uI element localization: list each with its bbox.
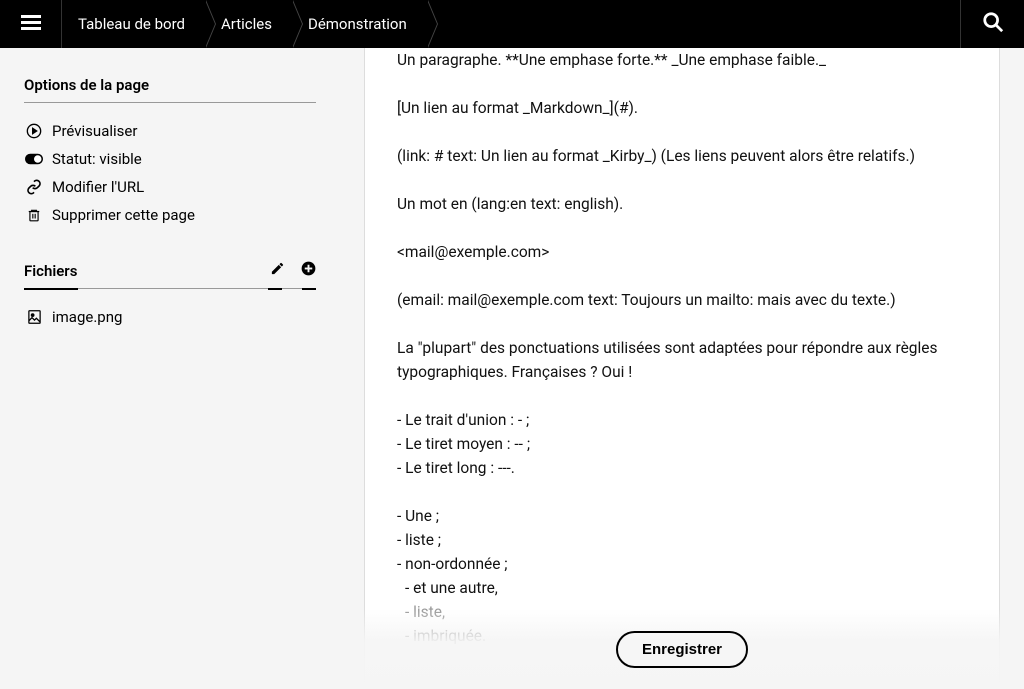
content-editor[interactable]: Un paragraphe. **Une emphase forte.** _U… <box>364 48 1000 689</box>
add-icon <box>301 262 316 280</box>
editor-line: - Une ; <box>397 504 967 528</box>
editor-line: - Le tiret moyen : -- ; <box>397 432 967 456</box>
layout: Options de la page Prévisualiser Statut:… <box>0 48 1024 689</box>
editor-line: La "plupart" des ponctuations utilisées … <box>397 336 967 384</box>
save-button[interactable]: Enregistrer <box>616 631 748 668</box>
editor-line: <mail@exemple.com> <box>397 240 967 264</box>
breadcrumb-item-articles[interactable]: Articles <box>205 0 292 48</box>
breadcrumb-label: Articles <box>221 15 272 33</box>
editor-line: - Le trait d'union : - ; <box>397 408 967 432</box>
divider <box>24 288 316 289</box>
edit-icon <box>270 262 285 280</box>
editor-paragraph: (link: # text: Un lien au format _Kirby_… <box>397 144 967 168</box>
topbar: Tableau de bord Articles Démonstration <box>0 0 1024 48</box>
breadcrumb-label: Tableau de bord <box>78 15 185 33</box>
menu-icon <box>21 12 41 36</box>
editor-line: - Le tiret long : ---. <box>397 456 967 480</box>
editor-paragraph: (email: mail@exemple.com text: Toujours … <box>397 288 967 312</box>
editor-line: - et une autre, <box>397 576 967 600</box>
files-title: Fichiers <box>24 262 77 280</box>
file-item[interactable]: image.png <box>24 303 316 331</box>
option-preview[interactable]: Prévisualiser <box>24 117 316 145</box>
editor-line: Un paragraphe. **Une emphase forte.** _U… <box>397 48 967 72</box>
editor-paragraph: Un mot en (lang:en text: english). <box>397 192 967 216</box>
editor-paragraph: Un paragraphe. **Une emphase forte.** _U… <box>397 48 967 72</box>
link-icon <box>24 179 44 195</box>
page-options-list: Prévisualiser Statut: visible Modifier l… <box>24 117 316 229</box>
option-url[interactable]: Modifier l'URL <box>24 173 316 201</box>
files-header: Fichiers <box>24 261 316 280</box>
files-list: image.png <box>24 303 316 331</box>
play-circle-icon <box>24 123 44 139</box>
editor-line: Un mot en (lang:en text: english). <box>397 192 967 216</box>
editor-line: - non-ordonnée ; <box>397 552 967 576</box>
editor-paragraph: La "plupart" des ponctuations utilisées … <box>397 336 967 384</box>
file-label: image.png <box>52 308 122 326</box>
add-file-button[interactable] <box>301 261 316 280</box>
breadcrumb-item-demonstration[interactable]: Démonstration <box>292 0 427 48</box>
editor-line: (email: mail@exemple.com text: Toujours … <box>397 288 967 312</box>
editor-line: [Un lien au format _Markdown_](#). <box>397 96 967 120</box>
files-actions <box>270 261 316 280</box>
option-label: Supprimer cette page <box>52 206 195 224</box>
option-label: Prévisualiser <box>52 122 137 140</box>
editor-paragraph: - Le trait d'union : - ;- Le tiret moyen… <box>397 408 967 480</box>
main: Un paragraphe. **Une emphase forte.** _U… <box>340 48 1024 689</box>
toggle-on-icon <box>24 151 44 167</box>
breadcrumb-item-dashboard[interactable]: Tableau de bord <box>62 0 205 48</box>
editor-line: - liste, <box>397 600 967 624</box>
option-label: Statut: visible <box>52 150 142 168</box>
edit-files-button[interactable] <box>270 261 285 280</box>
editor-paragraph: [Un lien au format _Markdown_](#). <box>397 96 967 120</box>
breadcrumb-label: Démonstration <box>308 15 407 33</box>
breadcrumb: Tableau de bord Articles Démonstration <box>62 0 960 48</box>
editor-line: - liste ; <box>397 528 967 552</box>
editor-line: (link: # text: Un lien au format _Kirby_… <box>397 144 967 168</box>
editor-paragraph: <mail@exemple.com> <box>397 240 967 264</box>
search-toggle[interactable] <box>960 0 1024 48</box>
option-delete[interactable]: Supprimer cette page <box>24 201 316 229</box>
menu-toggle[interactable] <box>0 0 62 48</box>
trash-icon <box>24 207 44 223</box>
file-image-icon <box>24 309 44 325</box>
option-status[interactable]: Statut: visible <box>24 145 316 173</box>
divider <box>24 102 316 103</box>
option-label: Modifier l'URL <box>52 178 144 196</box>
search-icon <box>982 11 1004 37</box>
editor-text[interactable]: Un paragraphe. **Une emphase forte.** _U… <box>397 48 967 648</box>
sidebar: Options de la page Prévisualiser Statut:… <box>0 48 340 689</box>
editor-paragraph: - Une ;- liste ;- non-ordonnée ; - et un… <box>397 504 967 648</box>
page-options-title: Options de la page <box>24 76 316 94</box>
